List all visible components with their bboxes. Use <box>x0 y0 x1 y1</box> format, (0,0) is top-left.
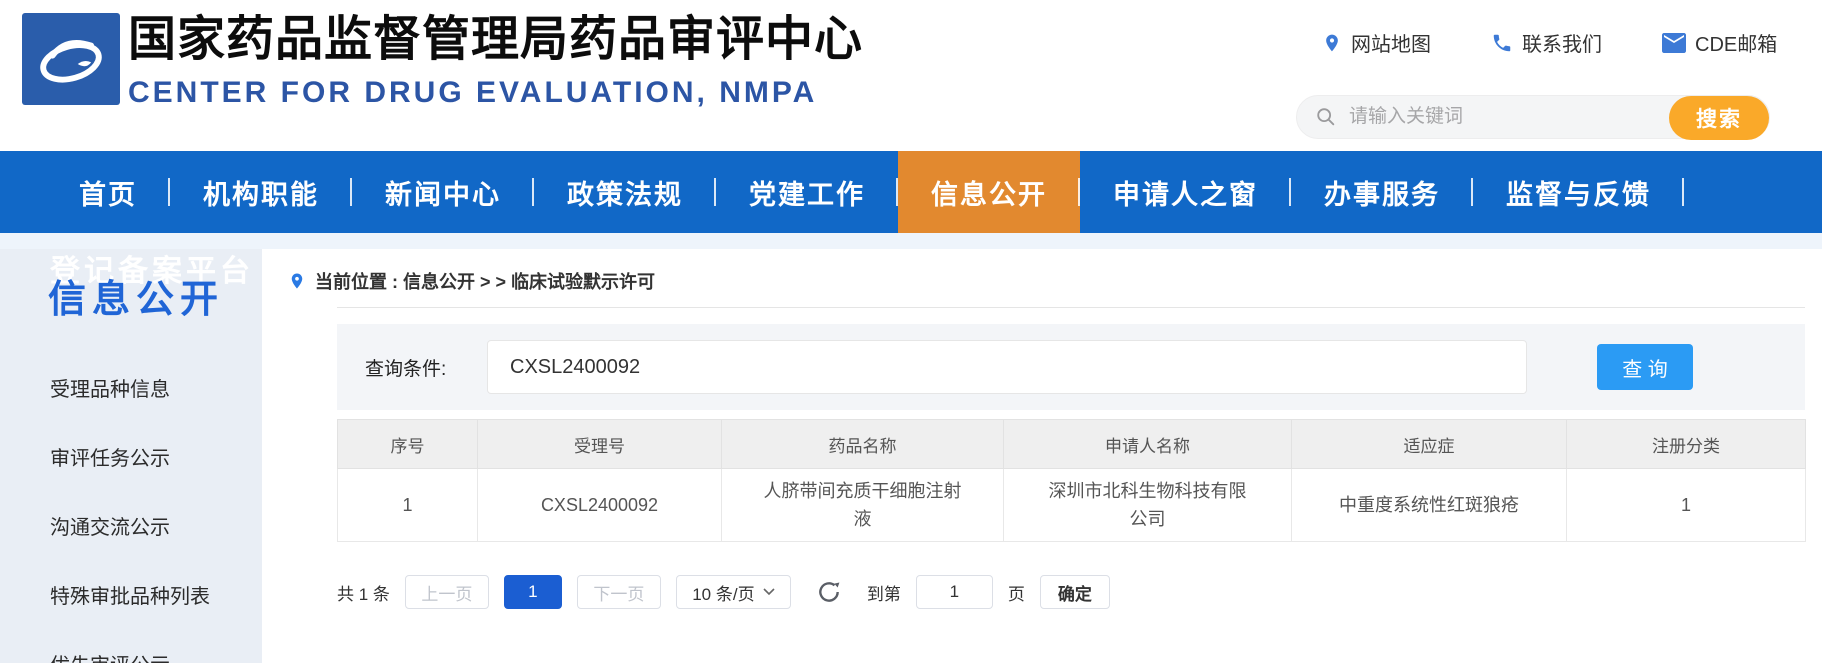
quick-link-mail[interactable]: CDE邮箱 <box>1662 28 1777 57</box>
cell-drug-name: 人脐带间充质干细胞注射液 <box>722 469 1004 542</box>
cde-swirl-logo-icon <box>29 20 113 98</box>
quick-link-label: 网站地图 <box>1351 28 1431 57</box>
sidebar-item-accepted-products[interactable]: 受理品种信息 <box>0 353 262 422</box>
pagination: 共 1 条 上一页 1 下一页 10 条/页 到第 页 确定 <box>337 575 1110 609</box>
site-title-block: 国家药品监督管理局药品审评中心 CENTER FOR DRUG EVALUATI… <box>128 12 863 110</box>
sidebar: 登记备案平台 信息公开 受理品种信息 审评任务公示 沟通交流公示 特殊审批品种列… <box>0 249 262 663</box>
quick-link-label: CDE邮箱 <box>1695 28 1777 57</box>
page-size-select[interactable]: 10 条/页 <box>676 575 791 609</box>
quick-link-sitemap[interactable]: 网站地图 <box>1322 28 1431 57</box>
query-label: 查询条件: <box>365 324 446 410</box>
page-size-label: 10 条/页 <box>692 580 754 605</box>
cell-indication: 中重度系统性红斑狼疮 <box>1292 469 1567 542</box>
nav-item-policy[interactable]: 政策法规 <box>534 151 716 233</box>
cell-registration-class: 1 <box>1567 469 1806 542</box>
main-nav: 首页 机构职能 新闻中心 政策法规 党建工作 信息公开 申请人之窗 办事服务 监… <box>0 151 1822 233</box>
results-table: 序号 受理号 药品名称 申请人名称 适应症 注册分类 1 CXSL2400092… <box>337 419 1806 542</box>
mail-icon <box>1662 33 1686 53</box>
nav-subband <box>0 233 1822 249</box>
table-header-row: 序号 受理号 药品名称 申请人名称 适应症 注册分类 <box>338 420 1806 469</box>
map-pin-icon <box>1322 31 1342 55</box>
cell-index: 1 <box>338 469 478 542</box>
cde-logo[interactable] <box>22 13 120 105</box>
nav-item-home[interactable]: 首页 <box>46 151 170 233</box>
prev-page-button[interactable]: 上一页 <box>405 575 489 609</box>
column-header-applicant: 申请人名称 <box>1004 420 1292 469</box>
page: 国家药品监督管理局药品审评中心 CENTER FOR DRUG EVALUATI… <box>0 0 1822 663</box>
header-search: 搜索 <box>1296 95 1770 139</box>
nav-item-supervision-feedback[interactable]: 监督与反馈 <box>1473 151 1684 233</box>
search-icon <box>1315 106 1337 128</box>
next-page-button[interactable]: 下一页 <box>577 575 661 609</box>
header: 国家药品监督管理局药品审评中心 CENTER FOR DRUG EVALUATI… <box>0 0 1822 151</box>
content-divider <box>337 307 1805 308</box>
goto-unit-label: 页 <box>1008 580 1025 605</box>
sidebar-item-priority-review[interactable]: 优先审评公示 <box>0 629 262 663</box>
total-count: 共 1 条 <box>337 580 390 605</box>
sidebar-menu: 受理品种信息 审评任务公示 沟通交流公示 特殊审批品种列表 优先审评公示 <box>0 353 262 663</box>
sidebar-item-special-approval-list[interactable]: 特殊审批品种列表 <box>0 560 262 629</box>
query-input[interactable] <box>487 340 1527 394</box>
column-header-indication: 适应症 <box>1292 420 1567 469</box>
goto-page-input[interactable] <box>916 575 993 609</box>
nav-item-party-building[interactable]: 党建工作 <box>716 151 898 233</box>
column-header-registration-class: 注册分类 <box>1567 420 1806 469</box>
location-pin-icon <box>288 269 306 293</box>
site-subtitle: CENTER FOR DRUG EVALUATION, NMPA <box>128 76 863 110</box>
breadcrumb: 当前位置 : 信息公开 > > 临床试验默示许可 <box>288 266 655 296</box>
cell-applicant: 深圳市北科生物科技有限公司 <box>1004 469 1292 542</box>
column-header-index: 序号 <box>338 420 478 469</box>
breadcrumb-text: 当前位置 : 信息公开 > > 临床试验默示许可 <box>315 268 655 294</box>
quick-link-label: 联系我们 <box>1522 28 1602 57</box>
nav-item-organization[interactable]: 机构职能 <box>170 151 352 233</box>
current-page-button[interactable]: 1 <box>504 575 562 609</box>
quick-link-contact[interactable]: 联系我们 <box>1491 28 1602 57</box>
nav-item-news[interactable]: 新闻中心 <box>352 151 534 233</box>
chevron-down-icon <box>763 588 775 596</box>
table-row: 1 CXSL2400092 人脐带间充质干细胞注射液 深圳市北科生物科技有限公司… <box>338 469 1806 542</box>
phone-icon <box>1491 32 1513 54</box>
nav-item-applicant-window[interactable]: 申请人之窗 <box>1080 151 1291 233</box>
site-title: 国家药品监督管理局药品审评中心 <box>128 12 863 68</box>
query-button[interactable]: 查 询 <box>1597 344 1693 390</box>
goto-label: 到第 <box>867 580 901 605</box>
search-button[interactable]: 搜索 <box>1669 96 1769 140</box>
quick-links: 网站地图 联系我们 CDE邮箱 <box>1322 28 1777 57</box>
column-header-drug-name: 药品名称 <box>722 420 1004 469</box>
confirm-button[interactable]: 确定 <box>1040 575 1110 609</box>
cell-acceptance-no: CXSL2400092 <box>478 469 722 542</box>
column-header-acceptance-no: 受理号 <box>478 420 722 469</box>
sidebar-section-title: 信息公开 <box>48 279 224 321</box>
query-panel: 查询条件: 查 询 <box>337 324 1805 410</box>
nav-item-info-disclosure[interactable]: 信息公开 <box>898 151 1080 233</box>
sidebar-item-communication[interactable]: 沟通交流公示 <box>0 491 262 560</box>
sidebar-item-review-tasks[interactable]: 审评任务公示 <box>0 422 262 491</box>
nav-item-services[interactable]: 办事服务 <box>1291 151 1473 233</box>
refresh-icon[interactable] <box>816 579 842 605</box>
